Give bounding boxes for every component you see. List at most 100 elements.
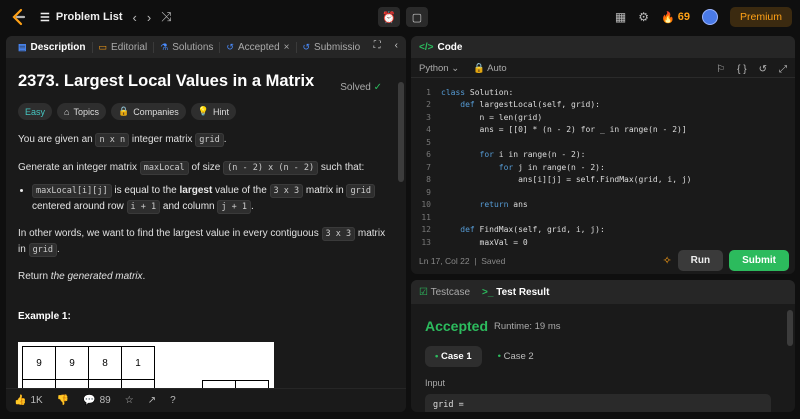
tab-label: Editorial — [111, 41, 148, 53]
line-text: n = len(grid) — [441, 112, 543, 122]
auto-mode-button[interactable]: 🔒 Auto — [473, 63, 507, 74]
tab-accepted[interactable]: ↺ Accepted × — [220, 41, 297, 53]
grid-cell: 1 — [121, 346, 155, 380]
line-text: def FindMax(self, grid, i, j): — [460, 225, 605, 235]
collapse-chevron-icon[interactable]: ‹ — [395, 40, 398, 51]
debug-spark-icon[interactable]: ✧ — [662, 254, 671, 267]
premium-button[interactable]: Premium — [729, 7, 792, 27]
line-number: 11 — [421, 212, 431, 222]
code-editor[interactable]: 1 class Solution: 2 def largestLocal(self,… — [411, 86, 795, 247]
timer-icon[interactable]: ⏰ — [378, 7, 400, 27]
comments-button[interactable]: 💬 89 — [83, 395, 111, 406]
tab-description[interactable]: ▤ Description — [12, 41, 93, 53]
help-icon[interactable]: ? — [170, 395, 176, 406]
tab-editorial[interactable]: ▭ Editorial — [93, 41, 155, 53]
lock-icon: 🔒 — [117, 106, 130, 116]
chip-label: Hint — [212, 106, 229, 117]
code-line: 7 for j in range(n - 2): — [411, 161, 795, 174]
text: . — [223, 134, 227, 145]
close-icon[interactable]: × — [284, 42, 290, 53]
format-braces-icon[interactable]: { } — [737, 64, 746, 75]
next-problem-button[interactable]: › — [147, 10, 151, 25]
hint-chip[interactable]: 💡 Hint — [190, 103, 236, 120]
pass-dot-icon: • — [435, 351, 439, 362]
problem-list-button[interactable]: ☰ Problem List — [40, 11, 123, 24]
bookmark-icon[interactable]: ⚐ — [716, 64, 725, 75]
tab-label: Testcase — [430, 286, 471, 298]
topics-chip[interactable]: ⌂ Topics — [57, 103, 106, 120]
chip-label: Topics — [73, 106, 99, 117]
avatar[interactable] — [701, 9, 718, 25]
description-icon: ▤ — [18, 41, 27, 52]
problem-list-label: Problem List — [55, 11, 123, 23]
code-line: 12 def FindMax(self, grid, i, j): — [411, 224, 795, 237]
scrollbar[interactable] — [787, 310, 793, 346]
line-number: 3 — [426, 112, 431, 122]
line-text: ans = [[0] * (n - 2) for _ in range(n - … — [441, 125, 687, 135]
text: . — [142, 271, 146, 282]
shuffle-icon[interactable]: ⤨ — [161, 9, 171, 25]
tab-testcase[interactable]: ☑ Testcase — [419, 287, 470, 298]
check-icon: ✓ — [373, 82, 382, 93]
grid-cell: 8 — [88, 346, 122, 380]
expand-icon[interactable]: ⛶ — [374, 40, 381, 51]
line-text: for j in range(n - 2): — [498, 162, 605, 172]
problem-title: 2373. Largest Local Values in a Matrix — [18, 72, 315, 90]
settings-gear-icon[interactable]: ⚙ — [638, 10, 649, 24]
layout-grid-icon[interactable]: ▦ — [615, 10, 626, 24]
line-number: 8 — [426, 175, 431, 185]
leetcode-logo-icon[interactable] — [8, 6, 30, 28]
language-select[interactable]: Python ⌄ — [419, 63, 459, 74]
tab-submissions[interactable]: ↺ Submissio — [297, 42, 367, 53]
code-inline: maxLocal — [139, 160, 189, 175]
text: such that: — [318, 161, 365, 173]
comment-icon: 💬 — [83, 395, 96, 406]
case-1-tab[interactable]: • Case 1 — [425, 346, 482, 367]
tab-solutions[interactable]: ⚗ Solutions — [154, 41, 221, 53]
share-icon[interactable]: ↗ — [148, 395, 156, 406]
book-icon: ▭ — [98, 41, 108, 52]
streak-counter[interactable]: 🔥 69 — [661, 11, 690, 24]
line-number: 5 — [426, 137, 431, 147]
thumbs-down-icon[interactable]: 👎 — [57, 395, 69, 406]
code-line: 2 def largestLocal(self, grid): — [411, 99, 795, 112]
line-number: 4 — [426, 125, 431, 135]
difficulty-badge[interactable]: Easy — [18, 103, 53, 120]
run-button[interactable]: Run — [677, 250, 724, 271]
case-2-tab[interactable]: • Case 2 — [488, 346, 544, 367]
expand-icon[interactable]: ⤢ — [779, 64, 787, 75]
star-icon[interactable]: ☆ — [125, 395, 134, 406]
like-button[interactable]: 👍 1K — [14, 395, 43, 406]
submit-button[interactable]: Submit — [729, 250, 789, 271]
tab-label: Description — [30, 41, 86, 53]
text: . — [250, 200, 254, 212]
text: of size — [188, 161, 224, 173]
input-label: Input — [425, 378, 446, 388]
language-label: Python — [419, 63, 449, 74]
line-text: def largestLocal(self, grid): — [460, 100, 600, 110]
text: You are given an — [18, 134, 96, 145]
code-inline: (n - 2) x (n - 2) — [223, 160, 319, 175]
tab-test-result[interactable]: >_ Test Result — [482, 287, 549, 298]
text: Return — [18, 271, 51, 282]
runtime-label: Runtime: 19 ms — [494, 321, 561, 332]
lightbulb-icon: 💡 — [197, 106, 209, 116]
companies-chip[interactable]: 🔒 Companies — [110, 103, 186, 120]
test-tabs: ☑ Testcase >_ Test Result — [411, 280, 795, 304]
tab-label: Solutions — [172, 41, 214, 53]
line-number: 12 — [421, 225, 431, 235]
code-line: 5 — [411, 136, 795, 149]
line-number: 13 — [421, 237, 431, 247]
grid-cell — [88, 379, 122, 388]
scrollbar[interactable] — [398, 82, 404, 182]
history-icon: ↺ — [226, 41, 234, 52]
code-inline: maxLocal[i][j] — [32, 184, 112, 198]
code-line: 6 for i in range(n - 2): — [411, 149, 795, 162]
prev-problem-button[interactable]: ‹ — [133, 10, 137, 25]
text: Generate an integer matrix — [18, 161, 140, 173]
reset-icon[interactable]: ↺ — [759, 64, 767, 75]
text: the generated matrix — [50, 271, 143, 282]
result-status: Accepted — [425, 318, 489, 334]
test-panel: ☑ Testcase >_ Test Result Accepted Runti… — [411, 280, 795, 412]
notes-icon[interactable]: ▢ — [406, 7, 428, 27]
